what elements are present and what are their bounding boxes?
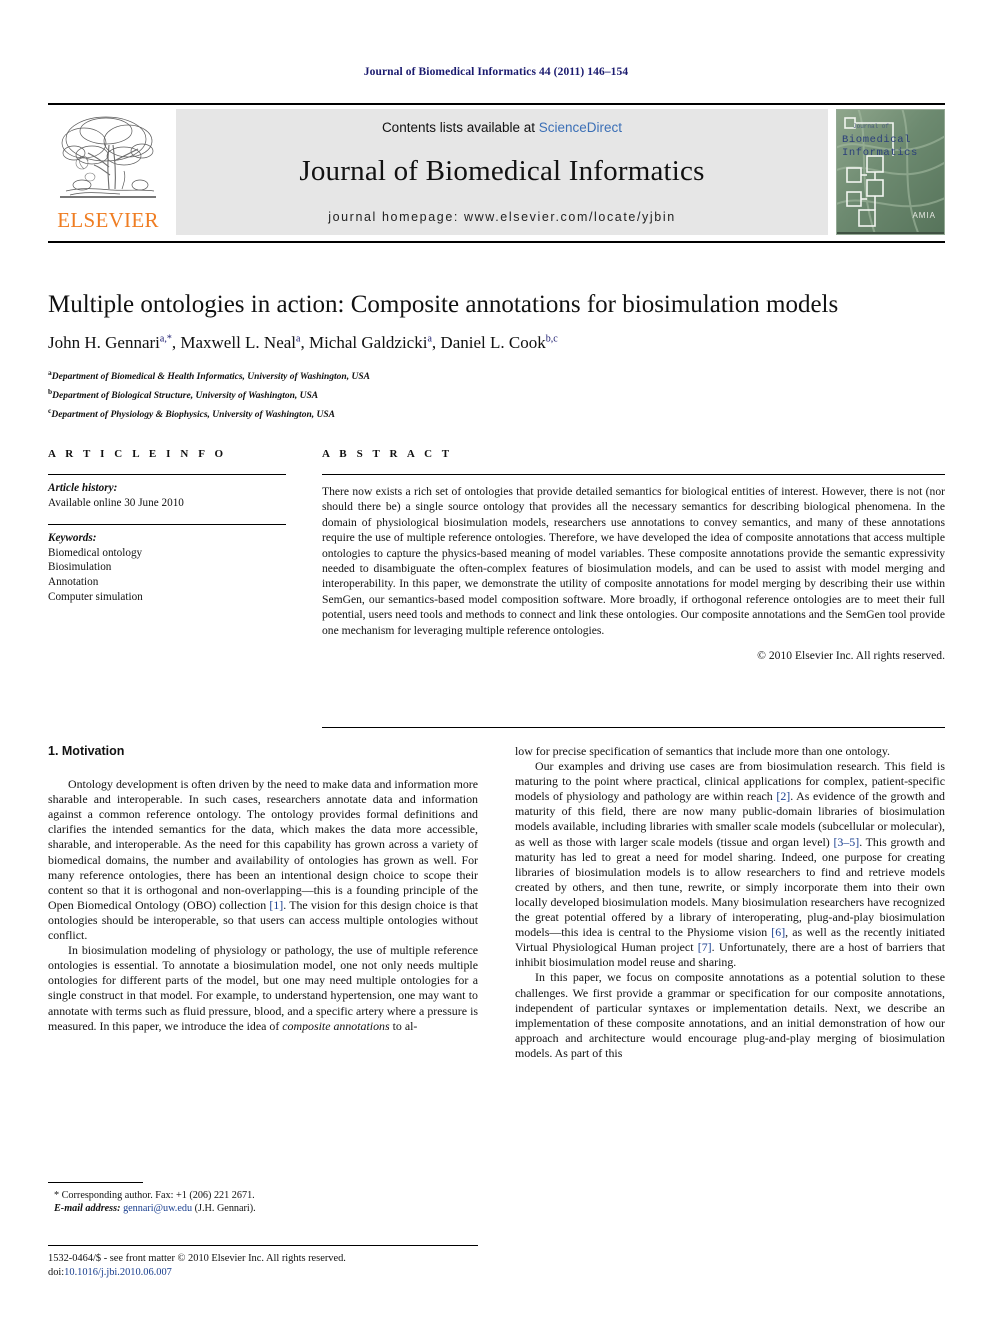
elsevier-logo: ELSEVIER [48, 109, 168, 235]
paragraph-motivation-4: In this paper, we focus on composite ann… [515, 970, 945, 1060]
emphasis-composite-annotations: composite annotations [282, 1018, 390, 1033]
elsevier-wordmark: ELSEVIER [57, 208, 159, 232]
contents-prefix: Contents lists available at [381, 120, 539, 135]
affiliation-list: aDepartment of Biomedical & Health Infor… [48, 366, 748, 422]
elsevier-tree-icon [60, 116, 156, 198]
affiliation-c: cDepartment of Physiology & Biophysics, … [48, 405, 335, 420]
author-0: John H. Gennaria,* [48, 333, 172, 352]
keywords-block: Keywords: Biomedical ontology Biosimulat… [48, 525, 286, 604]
masthead-bottom-rule [48, 241, 945, 243]
abstract-text: There now exists a rich set of ontologie… [322, 485, 945, 637]
cover-ama-mark: AMIA [912, 211, 936, 220]
article-history-block: Article history: Available online 30 Jun… [48, 475, 286, 510]
citation-2[interactable]: [2] [776, 789, 790, 803]
keywords-label: Keywords: [48, 532, 97, 545]
abstract-heading: A B S T R A C T [322, 448, 453, 460]
journal-title: Journal of Biomedical Informatics [299, 155, 705, 187]
contents-available-line: Contents lists available at ScienceDirec… [176, 120, 828, 135]
paragraph-motivation-2: In biosimulation modeling of physiology … [48, 943, 478, 1033]
page-title: Multiple ontologies in action: Composite… [48, 291, 839, 318]
article-info-column: A R T I C L E I N F O Article history: A… [48, 448, 286, 604]
abstract-rule-bottom [322, 727, 945, 728]
email-label: E-mail address: [54, 1203, 121, 1215]
author-2: Michal Galdzickia [308, 333, 432, 352]
email-suffix: (J.H. Gennari). [192, 1203, 256, 1215]
citation-3-5[interactable]: [3–5] [833, 835, 859, 849]
cover-title-line1: Biomedical [842, 134, 912, 146]
article-history-label: Article history: [48, 482, 118, 494]
keyword-item: Computer simulation [48, 590, 143, 603]
article-history-value: Available online 30 June 2010 [48, 496, 184, 509]
journal-cover-thumbnail: Journal of Biomedical Informatics AMIA [836, 109, 945, 235]
paragraph-motivation-2-cont: low for precise specification of semanti… [515, 744, 890, 758]
author-2-marks: a [427, 333, 432, 345]
author-list: John H. Gennaria,*, Maxwell L. Neala, Mi… [48, 333, 558, 352]
author-1: Maxwell L. Neala [180, 333, 301, 352]
author-3: Daniel L. Cookb,c [440, 333, 558, 352]
affiliation-a: aDepartment of Biomedical & Health Infor… [48, 368, 370, 383]
email-note: E-mail address: gennari@uw.edu (J.H. Gen… [48, 1202, 478, 1215]
citation-7[interactable]: [7] [698, 940, 712, 954]
masthead-center-panel: Contents lists available at ScienceDirec… [176, 109, 828, 235]
issn-rule [48, 1245, 478, 1246]
cover-title-line2: Informatics [842, 147, 918, 159]
keyword-item: Biomedical ontology [48, 546, 143, 559]
issn-line: 1532-0464/$ - see front matter © 2010 El… [48, 1253, 346, 1264]
paragraph-motivation-1: Ontology development is often driven by … [48, 777, 478, 943]
issn-block: 1532-0464/$ - see front matter © 2010 El… [48, 1252, 488, 1280]
journal-masthead: ELSEVIER Contents lists available at Sci… [48, 103, 945, 237]
author-1-marks: a [296, 333, 301, 345]
doi-link[interactable]: 10.1016/j.jbi.2010.06.007 [64, 1267, 172, 1278]
paragraph-motivation-3: Our examples and driving use cases are f… [515, 759, 946, 970]
keyword-item: Biosimulation [48, 561, 112, 574]
doi-line: doi:10.1016/j.jbi.2010.06.007 [48, 1266, 488, 1280]
citation-1[interactable]: [1] [269, 898, 283, 912]
citation-6[interactable]: [6] [771, 925, 785, 939]
affiliation-b: bDepartment of Biological Structure, Uni… [48, 386, 319, 401]
author-0-marks: a,* [159, 333, 172, 345]
keyword-item: Annotation [48, 575, 99, 588]
sciencedirect-link[interactable]: ScienceDirect [539, 120, 622, 135]
running-head: Journal of Biomedical Informatics 44 (20… [363, 66, 629, 78]
journal-homepage-line[interactable]: journal homepage: www.elsevier.com/locat… [176, 210, 828, 224]
abstract-column: A B S T R A C T There now exists a rich … [322, 448, 945, 662]
article-info-heading: A R T I C L E I N F O [48, 448, 227, 460]
author-3-marks: b,c [545, 333, 558, 345]
section-heading-motivation: 1. Motivation [48, 744, 125, 758]
cover-small-line: Journal of [853, 123, 890, 130]
paper-page: Journal of Biomedical Informatics 44 (20… [0, 0, 992, 1323]
body-column-right: low for precise specification of semanti… [515, 744, 945, 1061]
footnote-block: * Corresponding author. Fax: +1 (206) 22… [48, 1189, 478, 1216]
corresponding-author-note: * Corresponding author. Fax: +1 (206) 22… [54, 1190, 255, 1201]
body-column-left: 1. Motivation Ontology development is of… [48, 744, 478, 1034]
footnote-rule [48, 1182, 143, 1183]
abstract-copyright: © 2010 Elsevier Inc. All rights reserved… [757, 649, 945, 663]
doi-label: doi: [48, 1267, 65, 1278]
email-link[interactable]: gennari@uw.edu [123, 1203, 192, 1214]
cover-title: Biomedical Informatics [842, 134, 918, 160]
